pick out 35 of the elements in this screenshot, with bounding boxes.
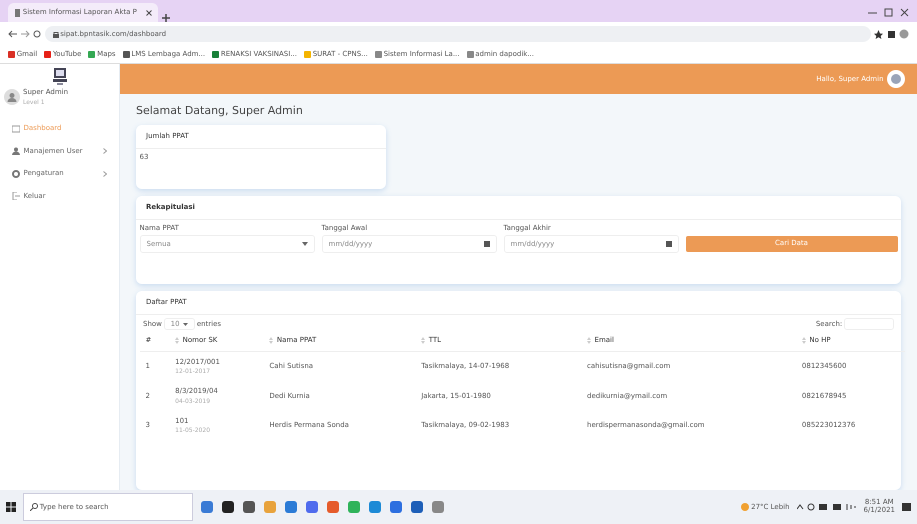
user-icon xyxy=(12,147,20,155)
logo-icon xyxy=(52,68,66,86)
page-icon xyxy=(14,8,21,16)
caret-icon xyxy=(302,242,308,246)
forward-icon[interactable] xyxy=(20,30,30,38)
star-icon[interactable] xyxy=(874,30,883,38)
chevron-icon xyxy=(103,170,107,176)
app-icon[interactable] xyxy=(221,500,235,514)
bookmark-icon xyxy=(466,51,474,58)
plus-icon[interactable] xyxy=(162,14,170,22)
close-icon[interactable] xyxy=(900,8,909,17)
bookmark-icon xyxy=(374,51,382,58)
close-icon[interactable] xyxy=(146,10,152,16)
search-icon xyxy=(30,503,38,511)
avatar-icon xyxy=(4,89,20,105)
windows-icon[interactable] xyxy=(6,502,16,512)
bookmark-icon xyxy=(304,51,311,58)
bookmark-icon xyxy=(44,51,52,58)
dashboard-icon xyxy=(12,124,20,132)
bookmark-icon xyxy=(88,51,96,58)
tray-icons-drawing[interactable] xyxy=(796,503,857,511)
maximize-icon[interactable] xyxy=(884,8,893,17)
lock-icon xyxy=(52,30,58,38)
caret-icon xyxy=(183,322,188,326)
logout-icon xyxy=(12,192,20,200)
bookmark-icon xyxy=(122,51,130,58)
page-title: Selamat Datang, Super Admin xyxy=(136,104,304,118)
avatar-icon[interactable] xyxy=(887,70,905,88)
sun-icon xyxy=(741,503,750,511)
chevron-icon xyxy=(103,148,107,154)
back-icon[interactable] xyxy=(8,30,17,38)
bookmark-icon xyxy=(8,51,15,58)
profile-icon[interactable] xyxy=(899,29,909,39)
bookmark-icon xyxy=(212,51,220,58)
app-icon[interactable] xyxy=(242,500,256,514)
